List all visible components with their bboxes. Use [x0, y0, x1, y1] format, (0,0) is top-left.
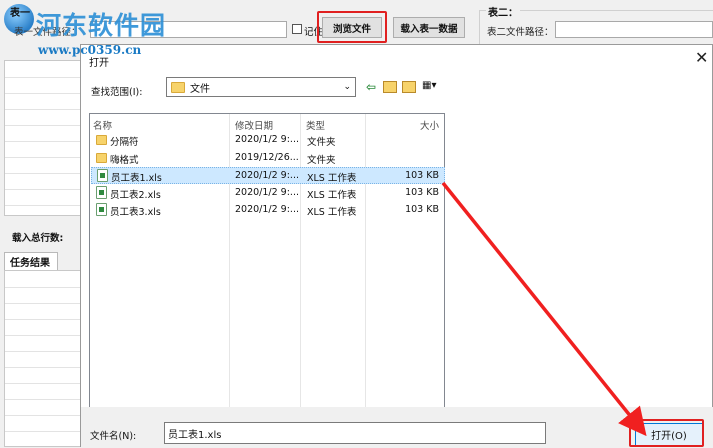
watermark-url: www.pc0359.cn	[38, 43, 142, 57]
red-arrow-annotation	[441, 181, 647, 437]
watermark-title: 河东软件园	[36, 11, 167, 40]
